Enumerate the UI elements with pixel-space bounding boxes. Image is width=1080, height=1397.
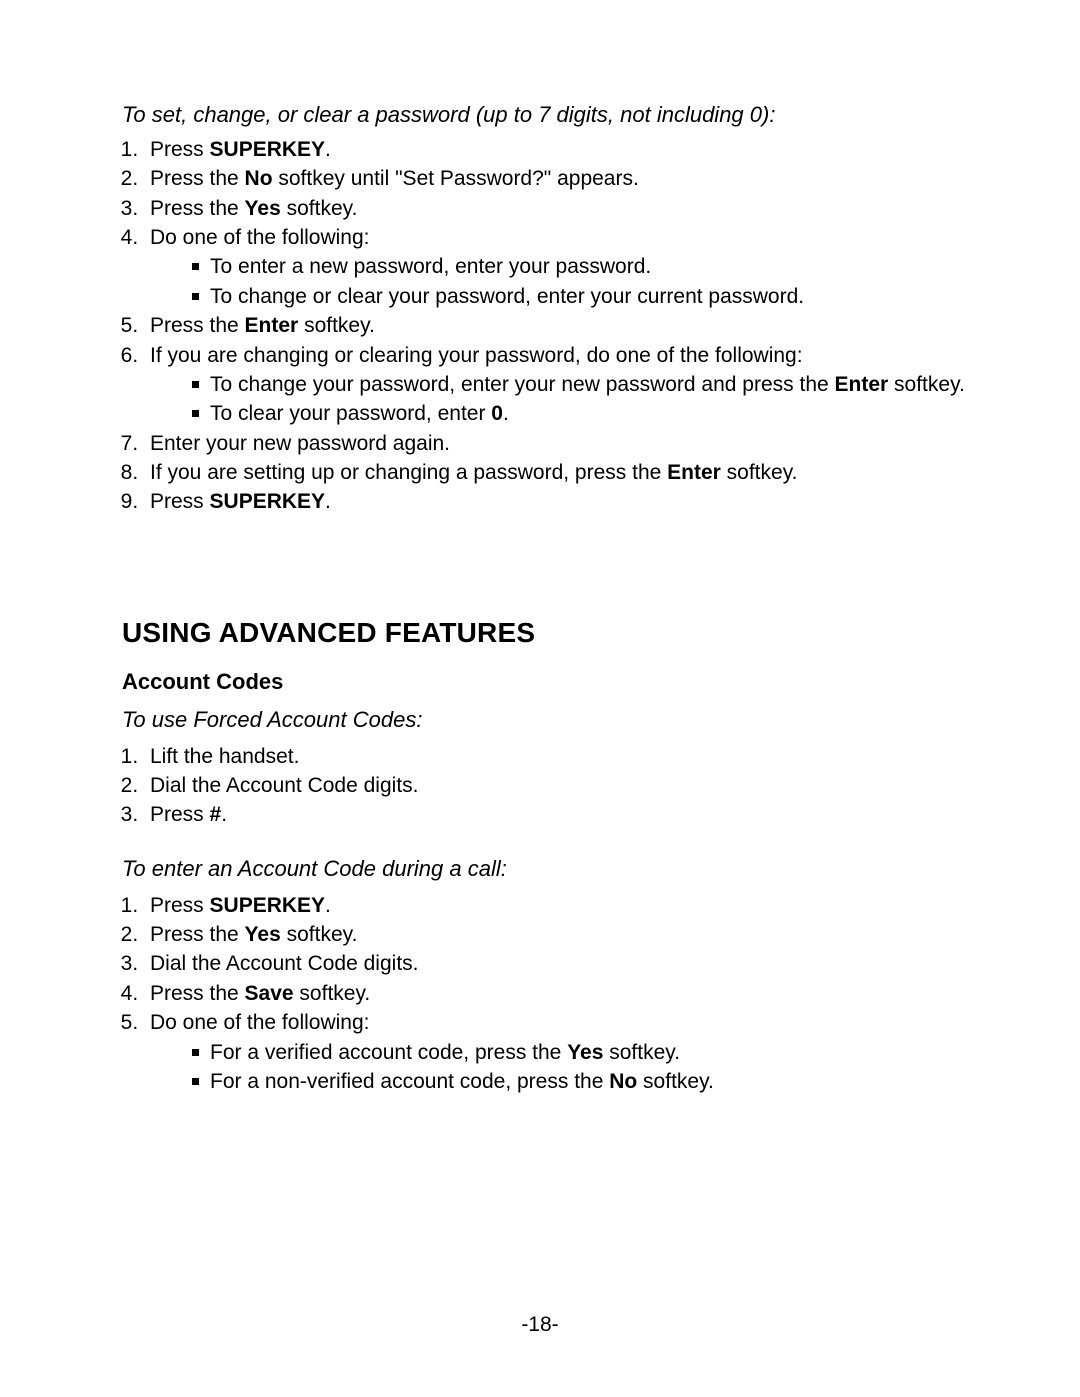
page-number: -18-	[0, 1313, 1080, 1337]
text-bold: SUPERKEY	[210, 138, 326, 161]
text: Press	[150, 138, 210, 161]
list-item: For a non-verified account code, press t…	[192, 1067, 968, 1096]
list-item: Do one of the following: For a verified …	[144, 1008, 968, 1096]
during-steps: Press SUPERKEY. Press the Yes softkey. D…	[144, 891, 968, 1097]
forced-heading: To use Forced Account Codes:	[122, 705, 968, 736]
text: .	[325, 490, 331, 513]
text: For a verified account code, press the	[210, 1041, 567, 1064]
text: Press the	[150, 167, 245, 190]
list-item: Press the Yes softkey.	[144, 194, 968, 223]
list-item: Dial the Account Code digits.	[144, 771, 968, 800]
text-bold: Enter	[667, 461, 721, 484]
list-item: Press SUPERKEY.	[144, 135, 968, 164]
sublist: To change your password, enter your new …	[192, 370, 968, 429]
text: softkey.	[637, 1070, 714, 1093]
list-item: To change or clear your password, enter …	[192, 282, 968, 311]
text: Dial the Account Code digits.	[150, 774, 419, 797]
list-item: To enter a new password, enter your pass…	[192, 252, 968, 281]
text-bold: SUPERKEY	[210, 490, 326, 513]
text: softkey.	[721, 461, 798, 484]
text-bold: #	[210, 803, 222, 826]
text: To change or clear your password, enter …	[210, 285, 804, 308]
text: To enter a new password, enter your pass…	[210, 255, 651, 278]
text: softkey.	[888, 373, 965, 396]
text: softkey until "Set Password?" appears.	[273, 167, 639, 190]
text: Press	[150, 894, 210, 917]
text: softkey.	[603, 1041, 680, 1064]
list-item: Press the Enter softkey.	[144, 311, 968, 340]
text: Press the	[150, 982, 245, 1005]
text: Press	[150, 803, 210, 826]
password-heading: To set, change, or clear a password (up …	[122, 100, 968, 131]
text: If you are changing or clearing your pas…	[150, 344, 803, 367]
text-bold: SUPERKEY	[210, 894, 326, 917]
text-bold: Enter	[835, 373, 889, 396]
sublist: For a verified account code, press the Y…	[192, 1038, 968, 1097]
text-bold: No	[609, 1070, 637, 1093]
forced-steps: Lift the handset. Dial the Account Code …	[144, 742, 968, 830]
text: For a non-verified account code, press t…	[210, 1070, 609, 1093]
text: .	[325, 138, 331, 161]
list-item: If you are setting up or changing a pass…	[144, 458, 968, 487]
text-bold: Save	[245, 982, 294, 1005]
text: Press the	[150, 923, 245, 946]
text: softkey.	[281, 197, 358, 220]
text: softkey.	[298, 314, 375, 337]
list-item: Dial the Account Code digits.	[144, 949, 968, 978]
text: softkey.	[281, 923, 358, 946]
list-item: Press the Yes softkey.	[144, 920, 968, 949]
sublist: To enter a new password, enter your pass…	[192, 252, 968, 311]
text: To change your password, enter your new …	[210, 373, 835, 396]
text: Dial the Account Code digits.	[150, 952, 419, 975]
text: Enter your new password again.	[150, 432, 450, 455]
text: .	[221, 803, 227, 826]
during-heading: To enter an Account Code during a call:	[122, 854, 968, 885]
text: Lift the handset.	[150, 745, 299, 768]
text: Press the	[150, 197, 245, 220]
list-item: Lift the handset.	[144, 742, 968, 771]
text-bold: Yes	[245, 923, 281, 946]
text-bold: Yes	[567, 1041, 603, 1064]
text-bold: 0	[491, 402, 503, 425]
text-bold: Enter	[245, 314, 299, 337]
text: .	[503, 402, 509, 425]
text: To clear your password, enter	[210, 402, 491, 425]
text: Press	[150, 490, 210, 513]
list-item: For a verified account code, press the Y…	[192, 1038, 968, 1067]
text: Do one of the following:	[150, 226, 369, 249]
document-page: To set, change, or clear a password (up …	[0, 0, 1080, 1397]
list-item: Press SUPERKEY.	[144, 487, 968, 516]
section-title-advanced-features: USING ADVANCED FEATURES	[122, 617, 968, 649]
list-item: To change your password, enter your new …	[192, 370, 968, 399]
text-bold: No	[245, 167, 273, 190]
list-item: Press SUPERKEY.	[144, 891, 968, 920]
list-item: Press #.	[144, 800, 968, 829]
list-item: If you are changing or clearing your pas…	[144, 341, 968, 429]
text: Press the	[150, 314, 245, 337]
list-item: Enter your new password again.	[144, 429, 968, 458]
text: If you are setting up or changing a pass…	[150, 461, 667, 484]
password-steps: Press SUPERKEY. Press the No softkey unt…	[144, 135, 968, 517]
list-item: To clear your password, enter 0.	[192, 399, 968, 428]
list-item: Press the No softkey until "Set Password…	[144, 164, 968, 193]
list-item: Press the Save softkey.	[144, 979, 968, 1008]
text-bold: Yes	[245, 197, 281, 220]
text: softkey.	[294, 982, 371, 1005]
text: Do one of the following:	[150, 1011, 369, 1034]
text: .	[325, 894, 331, 917]
subsection-title-account-codes: Account Codes	[122, 669, 968, 695]
list-item: Do one of the following: To enter a new …	[144, 223, 968, 311]
